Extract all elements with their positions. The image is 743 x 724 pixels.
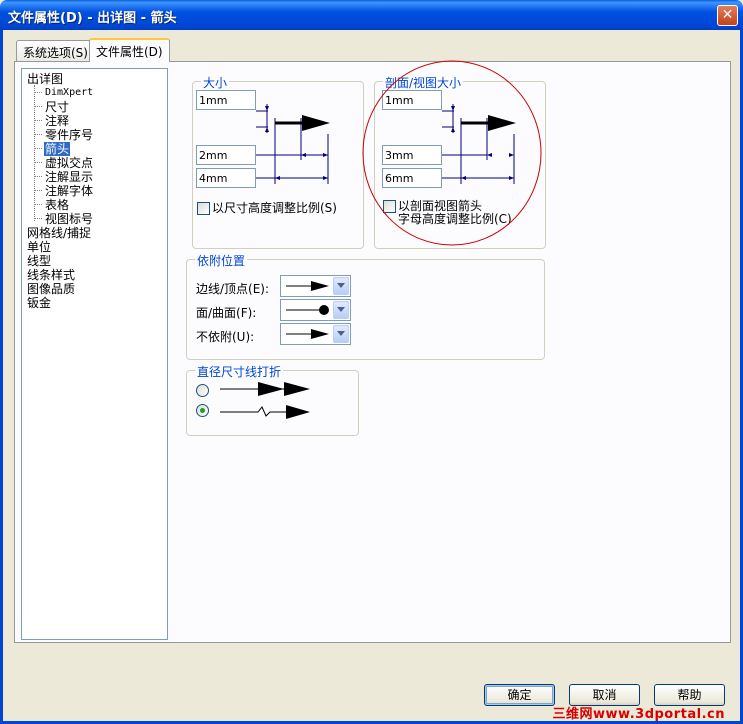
tree-connector xyxy=(35,134,42,135)
close-icon[interactable]: ✕ xyxy=(717,5,738,26)
tree-item-virtual-sharps[interactable]: 虚拟交点 xyxy=(45,156,93,170)
arrow-height-field[interactable]: 1mm xyxy=(196,90,256,110)
tree-item-annotations-display[interactable]: 注解显示 xyxy=(45,170,93,184)
watermark: 三维网www.3dportal.cn xyxy=(552,707,725,722)
tree-item-notes[interactable]: 注释 xyxy=(45,114,69,128)
dot-style-preview xyxy=(286,305,329,315)
arrow-size-diagram xyxy=(256,104,330,184)
tree-item-dimensions[interactable]: 尺寸 xyxy=(45,100,69,114)
size-scale-checkbox[interactable] xyxy=(197,202,210,215)
tab-system-options[interactable]: 系统选项(S) xyxy=(16,40,95,61)
tree-item-dimxpert[interactable]: DimXpert xyxy=(45,86,93,100)
arrow-length-field[interactable]: 4mm xyxy=(196,168,256,188)
title-bar: 文件属性(D) - 出详图 - 箭头 ✕ xyxy=(0,0,743,30)
arrow-style-preview xyxy=(286,329,329,339)
tree-item-grid-snap[interactable]: 网格线/捕捉 xyxy=(27,226,91,240)
tree-connector xyxy=(35,106,42,107)
annotation-circle xyxy=(362,60,542,246)
tree-connector xyxy=(35,120,42,121)
diameter-jog-legend: 直径尺寸线打折 xyxy=(195,363,284,380)
tree-connector xyxy=(35,218,42,219)
window-title: 文件属性(D) - 出详图 - 箭头 xyxy=(8,11,177,26)
tree-item-sheet-metal[interactable]: 钣金 xyxy=(27,296,51,310)
straight-dimension-preview xyxy=(220,382,310,396)
chevron-down-icon[interactable] xyxy=(333,277,349,295)
ok-button[interactable]: 确定 xyxy=(484,684,555,706)
tree-connector xyxy=(35,204,42,205)
edge-vertex-select[interactable] xyxy=(280,275,351,297)
arrow-style-preview xyxy=(286,281,329,291)
tree-connector xyxy=(35,190,42,191)
tree-connector xyxy=(35,148,42,149)
chevron-down-icon[interactable] xyxy=(333,325,349,343)
jogged-dimension-preview xyxy=(220,405,310,419)
tree-item-units[interactable]: 单位 xyxy=(27,240,51,254)
tree-item-line-font[interactable]: 线型 xyxy=(27,254,51,268)
tree-item-arrows[interactable]: 箭头 xyxy=(44,142,71,156)
straight-dimension-radio[interactable] xyxy=(196,384,209,397)
size-scale-label: 以尺寸高度调整比例(S) xyxy=(212,201,337,215)
tree-item-tables[interactable]: 表格 xyxy=(45,198,69,212)
jogged-dimension-radio[interactable] xyxy=(196,404,209,417)
chevron-down-icon[interactable] xyxy=(333,301,349,319)
unattached-label: 不依附(U): xyxy=(196,330,255,344)
unattached-select[interactable] xyxy=(280,323,351,345)
tree-item-view-labels[interactable]: 视图标号 xyxy=(45,212,93,226)
tree-item-balloons[interactable]: 零件序号 xyxy=(45,128,93,142)
tab-document-properties[interactable]: 文件属性(D) xyxy=(89,38,170,62)
attachment-legend: 依附位置 xyxy=(195,252,248,269)
edge-vertex-label: 边线/顶点(E): xyxy=(196,282,270,296)
tree-connector xyxy=(35,92,42,93)
options-tree[interactable]: 出详图 DimXpert 尺寸 注释 零件序号 箭头 虚拟交点 注解显示 注解字… xyxy=(21,68,168,640)
face-surface-select[interactable] xyxy=(280,299,351,321)
size-group-legend: 大小 xyxy=(201,74,230,91)
tree-item-annotations-font[interactable]: 注解字体 xyxy=(45,184,93,198)
tree-item-detailing[interactable]: 出详图 xyxy=(27,72,63,86)
tree-item-image-quality[interactable]: 图像品质 xyxy=(27,282,75,296)
tree-connector xyxy=(35,162,42,163)
tree-item-line-style[interactable]: 线条样式 xyxy=(27,268,75,282)
arrow-width-field[interactable]: 2mm xyxy=(196,145,256,165)
face-surface-label: 面/曲面(F): xyxy=(196,306,257,320)
tree-connector xyxy=(35,176,42,177)
